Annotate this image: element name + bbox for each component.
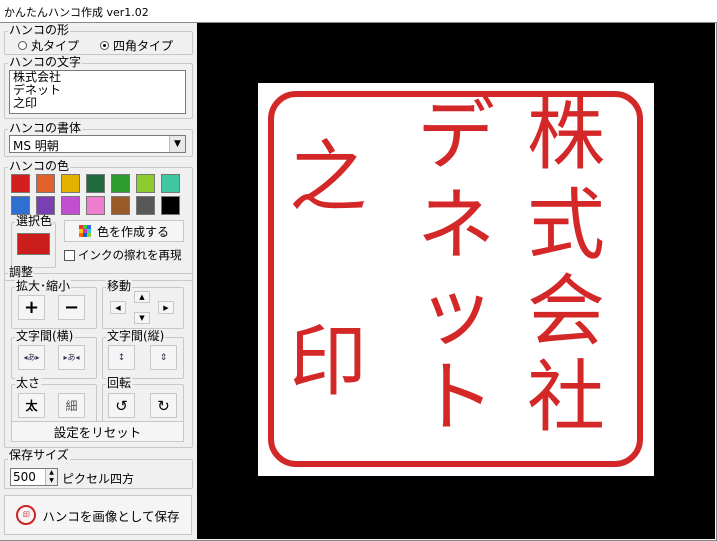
arrow-up-icon: ▲ (139, 293, 145, 301)
radio-round-indicator[interactable] (18, 41, 27, 50)
adjust-group-label: 調整 (8, 265, 35, 279)
font-select[interactable]: MS 明朝 ▼ (9, 135, 186, 153)
color-swatch[interactable] (136, 174, 155, 193)
move-label: 移動 (106, 279, 133, 293)
bold-button[interactable]: 太 (18, 393, 45, 418)
color-palette (11, 174, 187, 215)
spin-down-icon[interactable]: ▼ (45, 477, 57, 485)
stamp-glyph: 式 (526, 181, 605, 271)
thin-button[interactable]: 細 (58, 393, 85, 418)
stamp-text-line-2: デネット (13, 83, 62, 97)
rotate-cw-button[interactable]: ↻ (150, 393, 177, 418)
thin-label: 細 (65, 399, 78, 413)
arrow-down-icon: ▼ (139, 314, 145, 322)
hspacing-narrow-button[interactable]: ◂あ▸ (18, 345, 45, 370)
shape-group-label: ハンコの形 (8, 23, 71, 37)
spacing-narrow-icon: ◂あ▸ (23, 353, 40, 362)
radio-round-label: 丸タイプ (31, 39, 80, 53)
reset-label: 設定をリセット (53, 425, 142, 440)
spin-up-icon[interactable]: ▲ (45, 469, 57, 477)
smudge-checkbox[interactable] (64, 249, 75, 261)
color-swatch[interactable] (136, 196, 155, 215)
color-swatch[interactable] (61, 196, 80, 215)
text-group-label: ハンコの文字 (8, 55, 83, 69)
color-grid-icon (78, 225, 91, 237)
save-size-unit: ピクセル四方 (62, 472, 135, 486)
move-up-button[interactable]: ▲ (134, 291, 150, 303)
radio-round[interactable]: 丸タイプ (18, 37, 79, 54)
create-color-label: 色を作成する (96, 224, 169, 239)
stamp-text-line-3: 之印 (13, 96, 38, 110)
move-left-button[interactable]: ◀ (110, 301, 126, 314)
control-panel: ハンコの形 丸タイプ 四角タイプ ハンコの文字 株式会社 デネット 之印 ハンコ… (0, 23, 197, 540)
rotate-cw-icon: ↻ (157, 396, 170, 415)
color-swatch[interactable] (36, 196, 55, 215)
smudge-label: インクの擦れを再現 (78, 248, 182, 262)
stamp-glyph: 社 (526, 353, 605, 443)
color-group-label: ハンコの色 (8, 159, 71, 173)
color-swatch[interactable] (11, 196, 30, 215)
color-swatch[interactable] (111, 174, 130, 193)
color-swatch[interactable] (36, 174, 55, 193)
plus-icon: + (23, 297, 40, 318)
selected-color-swatch[interactable] (17, 233, 50, 255)
move-down-button[interactable]: ▼ (134, 312, 150, 324)
rotate-ccw-button[interactable]: ↺ (108, 393, 135, 418)
radio-square-indicator[interactable] (100, 41, 109, 50)
save-size-label: 保存サイズ (8, 448, 70, 462)
arrow-right-icon: ▶ (163, 303, 169, 312)
stamp-glyph: ネ (416, 181, 495, 271)
stamp-glyph: 之 (288, 133, 367, 223)
save-size-value: 500 (13, 470, 36, 484)
zoom-in-button[interactable]: + (18, 295, 45, 320)
color-swatch[interactable] (11, 174, 30, 193)
stamp-glyph: ト (416, 353, 495, 443)
title-bar: かんたんハンコ作成 ver1.02 (0, 0, 717, 23)
weight-label: 太さ (15, 376, 42, 390)
vspacing-narrow-button[interactable]: ↕ (108, 345, 135, 370)
color-swatch[interactable] (111, 196, 130, 215)
move-right-button[interactable]: ▶ (158, 301, 174, 314)
vspacing-wide-button[interactable]: ⇕ (150, 345, 177, 370)
color-swatch[interactable] (61, 174, 80, 193)
radio-square-label: 四角タイプ (113, 39, 174, 53)
minus-icon: − (63, 297, 80, 318)
color-swatch[interactable] (161, 174, 180, 193)
color-swatch[interactable] (86, 196, 105, 215)
chevron-down-icon[interactable]: ▼ (169, 136, 185, 152)
save-size-spinner[interactable]: 500 ▲ ▼ (10, 468, 58, 486)
rotate-label: 回転 (106, 376, 133, 390)
stamp-glyph: 株 (526, 91, 605, 181)
hspacing-label: 文字間(横) (15, 329, 75, 343)
hspacing-wide-button[interactable]: ▸あ◂ (58, 345, 85, 370)
zoom-out-button[interactable]: − (58, 295, 85, 320)
reset-button[interactable]: 設定をリセット (11, 421, 184, 442)
stamp-preview: 株式会社 デネット 之印 (258, 83, 654, 476)
font-select-value: MS 明朝 (13, 139, 59, 153)
bold-label: 太 (25, 399, 38, 413)
vspacing-label: 文字間(縦) (106, 329, 166, 343)
stamp-glyph: 印 (288, 317, 367, 407)
smudge-toggle[interactable]: インクの擦れを再現 (64, 247, 182, 263)
arrow-left-icon: ◀ (115, 303, 121, 312)
stamp-glyph: 会 (526, 267, 605, 357)
font-group-label: ハンコの書体 (8, 121, 83, 135)
window-title: かんたんハンコ作成 ver1.02 (4, 6, 149, 19)
create-color-button[interactable]: 色を作成する (64, 220, 184, 242)
stamp-icon: 印 (16, 505, 37, 525)
save-image-button[interactable]: 印 ハンコを画像として保存 (4, 495, 192, 535)
spacing-vertical-wide-icon: ⇕ (159, 352, 168, 363)
color-swatch[interactable] (86, 174, 105, 193)
stamp-text-field[interactable]: 株式会社 デネット 之印 (9, 70, 186, 114)
selected-color-label: 選択色 (15, 214, 54, 228)
stamp-glyph: デ (416, 91, 495, 181)
zoom-label: 拡大･縮小 (15, 279, 72, 293)
spacing-wide-icon: ▸あ◂ (63, 353, 80, 362)
radio-square[interactable]: 四角タイプ (100, 37, 173, 54)
save-image-label: ハンコを画像として保存 (42, 508, 180, 524)
rotate-ccw-icon: ↺ (115, 396, 128, 415)
color-swatch[interactable] (161, 196, 180, 215)
stamp-glyph: ッ (416, 267, 495, 357)
spacing-vertical-narrow-icon: ↕ (117, 352, 126, 363)
